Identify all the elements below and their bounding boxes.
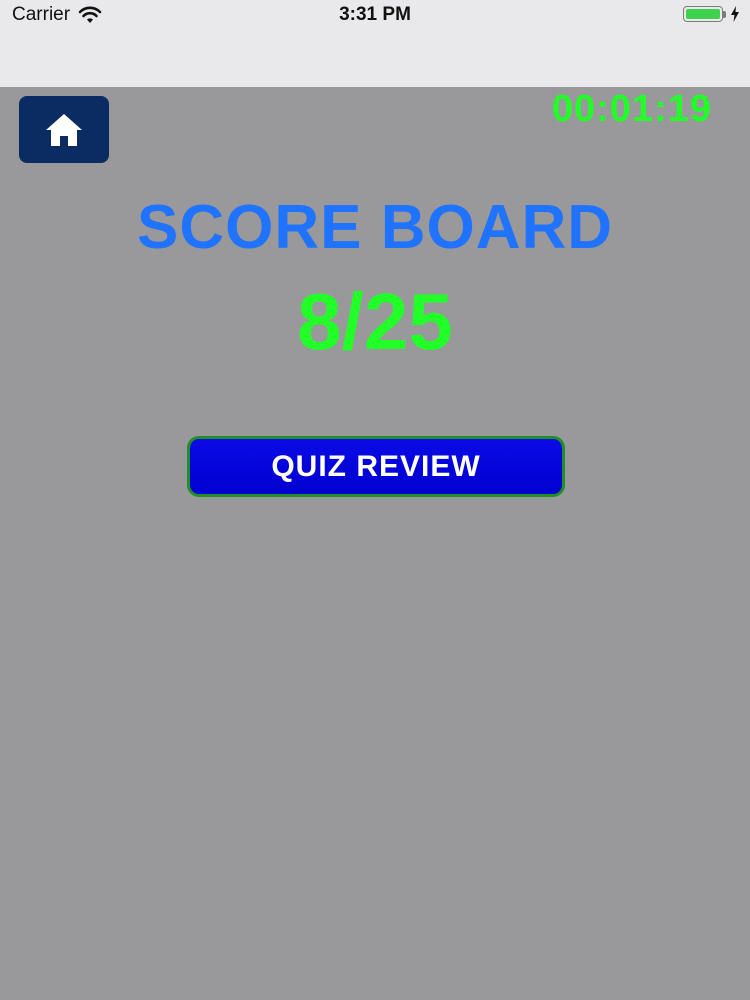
battery-icon (683, 6, 723, 22)
battery-fill (686, 9, 720, 19)
status-time: 3:31 PM (339, 4, 411, 25)
score-board-title: SCORE BOARD (136, 193, 614, 262)
battery-cap (723, 10, 726, 18)
score-screen: Carrier 3:31 PM 00:01:19 SCORE BOARD 8/2… (0, 0, 750, 1000)
charging-bolt-icon (731, 6, 739, 22)
status-bar: Carrier 3:31 PM (0, 0, 750, 87)
score-value: 8/25 (297, 277, 453, 366)
quiz-review-button[interactable]: QUIZ REVIEW (187, 436, 565, 497)
elapsed-timer: 00:01:19 (551, 88, 712, 130)
home-icon (46, 113, 82, 146)
home-button[interactable] (19, 96, 109, 163)
battery-indicator (683, 6, 740, 22)
